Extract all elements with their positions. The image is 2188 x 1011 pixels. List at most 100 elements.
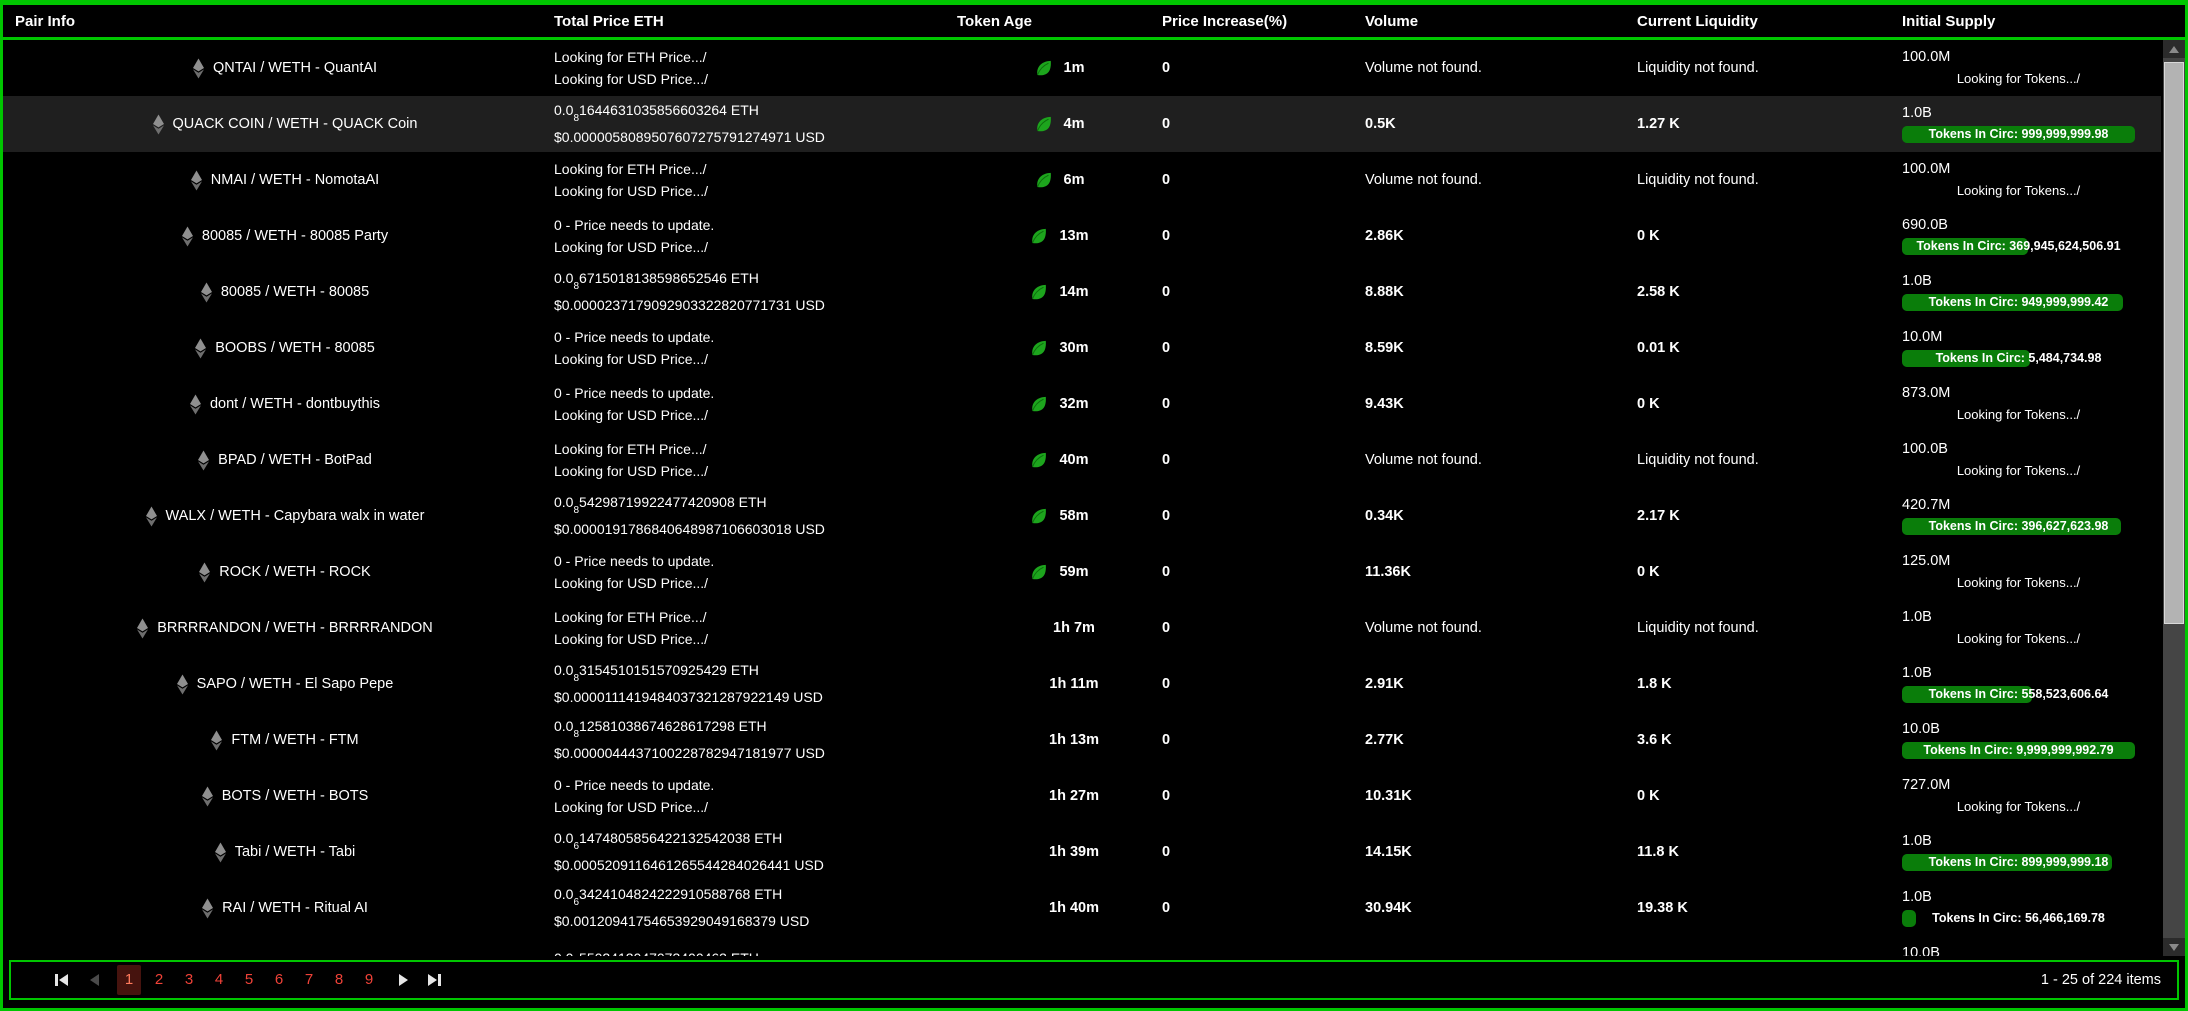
table-row[interactable]: QUACK COIN / WETH - QUACK Coin 0.0816446… xyxy=(3,96,2161,152)
tokens-in-circ-label: Tokens In Circ: 949,999,999.42 xyxy=(1902,294,2135,311)
tokens-in-circ-bar: Tokens In Circ: 396,627,623.98 xyxy=(1902,518,2135,535)
page-button-7[interactable]: 7 xyxy=(297,965,321,995)
price-increase-cell: 0 xyxy=(1162,656,1365,712)
initial-supply-value: 1.0B xyxy=(1902,609,2161,625)
scrollbar-thumb[interactable] xyxy=(2164,62,2184,624)
column-header-pair-info[interactable]: Pair Info xyxy=(3,13,554,30)
page-button-2[interactable]: 2 xyxy=(147,965,171,995)
initial-supply-value: 1.0B xyxy=(1902,665,2161,681)
vertical-scrollbar[interactable] xyxy=(2163,40,2185,956)
table-row[interactable]: 80085 / WETH - 80085 0.08671501813859865… xyxy=(3,264,2161,320)
leaf-icon xyxy=(1030,508,1051,525)
column-header-volume[interactable]: Volume xyxy=(1365,13,1637,30)
pair-info-cell: 80085 / WETH - 80085 xyxy=(3,264,554,320)
liquidity-cell: Liquidity not found. xyxy=(1637,152,1902,208)
scroll-down-icon[interactable] xyxy=(2163,938,2185,956)
price-increase-cell: 0 xyxy=(1162,544,1365,600)
initial-supply-cell: 100.0M Looking for Tokens.../ xyxy=(1902,40,2161,96)
initial-supply-value: 10.0B xyxy=(1902,945,2161,956)
column-header-price-increase[interactable]: Price Increase(%) xyxy=(1162,13,1365,30)
last-page-icon[interactable] xyxy=(428,974,441,986)
table-row[interactable]: NMAI / WETH - NomotaAI Looking for ETH P… xyxy=(3,152,2161,208)
table-row[interactable]: 80085 / WETH - 80085 Party 0 - Price nee… xyxy=(3,208,2161,264)
volume-cell: Volume not found. xyxy=(1365,152,1637,208)
table-row[interactable]: WALX / WETH - Capybara walx in water 0.0… xyxy=(3,488,2161,544)
token-age-value: 1h 11m xyxy=(1049,676,1098,692)
total-price-cell: Looking for ETH Price.../ Looking for US… xyxy=(554,600,957,656)
initial-supply-value: 10.0M xyxy=(1902,329,2161,345)
table-row[interactable]: ROCK / WETH - ROCK 0 - Price needs to up… xyxy=(3,544,2161,600)
table-row[interactable]: Tabi / WETH - Tabi 0.0614748058564221325… xyxy=(3,824,2161,880)
column-header-token-age[interactable]: Token Age xyxy=(957,13,1162,30)
usd-price: $0.0000111419484037321287922149 USD xyxy=(554,689,957,706)
usd-price: Looking for USD Price.../ xyxy=(554,239,957,256)
table-row[interactable]: BOOBS / WETH - 80085 0 - Price needs to … xyxy=(3,320,2161,376)
table-row[interactable]: RAI / WETH - Ritual AI 0.063424104824222… xyxy=(3,880,2161,936)
eth-price: Looking for ETH Price.../ xyxy=(554,441,957,458)
page-button-3[interactable]: 3 xyxy=(177,965,201,995)
pair-label: NMAI / WETH - NomotaAI xyxy=(211,172,379,188)
token-age-cell: 40m xyxy=(957,432,1162,488)
previous-page-icon[interactable] xyxy=(90,974,99,986)
column-header-current-liquidity[interactable]: Current Liquidity xyxy=(1637,13,1902,30)
volume-cell: 30.94K xyxy=(1365,880,1637,936)
first-page-icon[interactable] xyxy=(55,974,68,986)
tokens-in-circ-bar: Tokens In Circ: 558,523,606.64 xyxy=(1902,686,2135,703)
table-row[interactable]: QNTAI / WETH - QuantAI Looking for ETH P… xyxy=(3,40,2161,96)
eth-price: 0.0812581038674628617298 ETH xyxy=(554,718,957,741)
volume-cell xyxy=(1365,936,1637,956)
pair-label: 80085 / WETH - 80085 xyxy=(221,284,369,300)
supply-detail: Tokens In Circ: 558,523,606.64 xyxy=(1902,686,2135,703)
table-row[interactable]: SAPO / WETH - El Sapo Pepe 0.08315451015… xyxy=(3,656,2161,712)
page-button-4[interactable]: 4 xyxy=(207,965,231,995)
table-row[interactable]: BPAD / WETH - BotPad Looking for ETH Pri… xyxy=(3,432,2161,488)
usd-price: Looking for USD Price.../ xyxy=(554,407,957,424)
usd-price: $0.0005209116461265544284026441 USD xyxy=(554,857,957,874)
volume-cell: Volume not found. xyxy=(1365,40,1637,96)
pair-info-cell: RAI / WETH - Ritual AI xyxy=(3,880,554,936)
eth-price: Looking for ETH Price.../ xyxy=(554,609,957,626)
ethereum-icon xyxy=(145,506,158,527)
table-row[interactable]: 0.045502412047073400463 ETH 10.0B xyxy=(3,936,2161,956)
column-header-total-price-eth[interactable]: Total Price ETH xyxy=(554,13,957,30)
ethereum-icon xyxy=(176,674,189,695)
initial-supply-cell: 1.0B Tokens In Circ: 558,523,606.64 xyxy=(1902,656,2161,712)
pair-label: BRRRRANDON / WETH - BRRRRANDON xyxy=(157,620,433,636)
initial-supply-cell: 125.0M Looking for Tokens.../ xyxy=(1902,544,2161,600)
tokens-in-circ-label: Tokens In Circ: 999,999,999.98 xyxy=(1902,126,2135,143)
looking-for-tokens-label: Looking for Tokens.../ xyxy=(1902,798,2135,815)
price-increase-cell: 0 xyxy=(1162,320,1365,376)
usd-price: Looking for USD Price.../ xyxy=(554,799,957,816)
table-row[interactable]: dont / WETH - dontbuythis 0 - Price need… xyxy=(3,376,2161,432)
total-price-cell: 0.0854298719922477420908 ETH $0.00001917… xyxy=(554,488,957,544)
eth-price: 0 - Price needs to update. xyxy=(554,777,957,794)
looking-for-tokens-label: Looking for Tokens.../ xyxy=(1902,182,2135,199)
total-price-cell: Looking for ETH Price.../ Looking for US… xyxy=(554,432,957,488)
supply-detail: Tokens In Circ: 899,999,999.18 xyxy=(1902,854,2135,871)
initial-supply-value: 420.7M xyxy=(1902,497,2161,513)
table-row[interactable]: FTM / WETH - FTM 0.081258103867462861729… xyxy=(3,712,2161,768)
page-button-8[interactable]: 8 xyxy=(327,965,351,995)
table-row[interactable]: BRRRRANDON / WETH - BRRRRANDON Looking f… xyxy=(3,600,2161,656)
scrollbar-track[interactable] xyxy=(2163,58,2185,938)
page-button-6[interactable]: 6 xyxy=(267,965,291,995)
total-price-cell: 0.086715018138598652546 ETH $0.000023717… xyxy=(554,264,957,320)
liquidity-cell xyxy=(1637,936,1902,956)
pair-label: FTM / WETH - FTM xyxy=(231,732,358,748)
page-button-1[interactable]: 1 xyxy=(117,965,141,995)
column-header-initial-supply[interactable]: Initial Supply xyxy=(1902,13,2161,30)
pair-info-cell: BOOBS / WETH - 80085 xyxy=(3,320,554,376)
scroll-up-icon[interactable] xyxy=(2163,40,2185,58)
supply-detail: Looking for Tokens.../ xyxy=(1902,182,2135,199)
liquidity-cell: 0.01 K xyxy=(1637,320,1902,376)
initial-supply-value: 100.0M xyxy=(1902,49,2161,65)
next-page-icon[interactable] xyxy=(399,974,408,986)
pair-label: QUACK COIN / WETH - QUACK Coin xyxy=(173,116,418,132)
table-row[interactable]: BOTS / WETH - BOTS 0 - Price needs to up… xyxy=(3,768,2161,824)
page-button-5[interactable]: 5 xyxy=(237,965,261,995)
total-price-cell: 0 - Price needs to update. Looking for U… xyxy=(554,376,957,432)
usd-price: Looking for USD Price.../ xyxy=(554,631,957,648)
pair-label: BPAD / WETH - BotPad xyxy=(218,452,372,468)
price-increase-cell: 0 xyxy=(1162,208,1365,264)
page-button-9[interactable]: 9 xyxy=(357,965,381,995)
